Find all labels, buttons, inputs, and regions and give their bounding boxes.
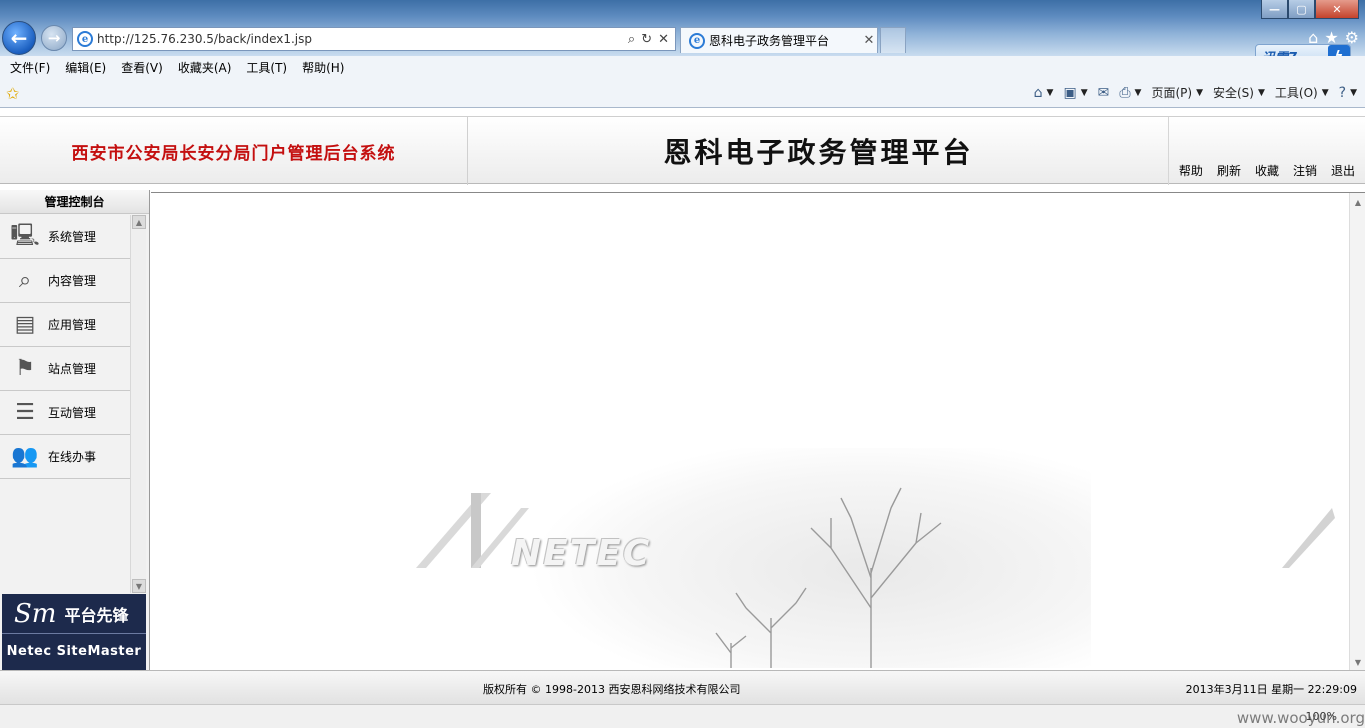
logo-bottom-text: Netec SiteMaster <box>6 644 142 659</box>
ie-page-icon: e <box>77 31 93 47</box>
tools-dropdown-icon[interactable]: ▼ <box>1322 88 1329 98</box>
page-dropdown-icon[interactable]: ▼ <box>1196 88 1203 98</box>
header-links: 帮助 刷新 收藏 注销 退出 <box>1179 162 1355 179</box>
help-dropdown-icon[interactable]: ▼ <box>1350 88 1357 98</box>
add-favorite-star-icon[interactable]: ✩ <box>6 84 19 103</box>
page-header: 西安市公安局长安分局门户管理后台系统 恩科电子政务管理平台 帮助 刷新 收藏 注… <box>0 116 1365 185</box>
netec-logo-text: NETEC <box>511 533 652 574</box>
tab-title: 恩科电子政务管理平台 <box>709 34 830 48</box>
home-dropdown-icon[interactable]: ▼ <box>1047 88 1054 98</box>
print-dropdown-icon[interactable]: ▼ <box>1135 88 1142 98</box>
refresh-link[interactable]: 刷新 <box>1217 162 1241 179</box>
sidebar-item-label: 内容管理 <box>48 274 97 288</box>
menu-file[interactable]: 文件(F) <box>10 59 50 76</box>
sidebar-item-label: 应用管理 <box>48 318 97 332</box>
scroll-up-icon[interactable]: ▲ <box>132 215 146 229</box>
scroll-down-icon[interactable]: ▼ <box>1351 655 1365 669</box>
bookmark-link[interactable]: 收藏 <box>1255 162 1279 179</box>
sidebar-item-application[interactable]: ▤ 应用管理 <box>0 303 130 347</box>
rss-dropdown-icon[interactable]: ▼ <box>1081 88 1088 98</box>
sitemaster-logo: Sm 平台先锋 Netec SiteMaster <box>2 594 146 670</box>
netec-slash-logo <box>1282 508 1335 568</box>
site-name-panel: 西安市公安局长安分局门户管理后台系统 <box>0 117 468 185</box>
mail-icon[interactable]: ✉ <box>1098 85 1110 101</box>
menu-view[interactable]: 查看(V) <box>121 59 163 76</box>
help-link[interactable]: 帮助 <box>1179 162 1203 179</box>
sidebar-scrollbar[interactable]: ▲ ▼ <box>130 215 146 593</box>
command-toolbar: ✩ ⌂ ▼ ▣ ▼ ✉ ⎙ ▼ 页面(P) ▼ 安全(S) ▼ 工具(O) ▼ ? ▼ <box>0 78 1365 108</box>
signpost-icon: ⚑ <box>15 356 35 381</box>
sidebar-item-content[interactable]: ⌕ 内容管理 <box>0 259 130 303</box>
scroll-up-icon[interactable]: ▲ <box>1351 195 1365 209</box>
sidebar-title: 管理控制台 <box>0 190 149 214</box>
maximize-button[interactable]: ▢ <box>1288 0 1315 19</box>
menu-favorites[interactable]: 收藏夹(A) <box>178 59 232 76</box>
sidebar-item-interaction[interactable]: ☰ 互动管理 <box>0 391 130 435</box>
minimize-button[interactable]: — <box>1261 0 1288 19</box>
command-bar: ⌂ ▼ ▣ ▼ ✉ ⎙ ▼ 页面(P) ▼ 安全(S) ▼ 工具(O) ▼ ? ▼ <box>1034 84 1357 101</box>
site-name: 西安市公安局长安分局门户管理后台系统 <box>71 143 396 164</box>
menu-bar: 文件(F) 编辑(E) 查看(V) 收藏夹(A) 工具(T) 帮助(H) <box>0 56 1365 78</box>
page-footer: 版权所有 © 1998-2013 西安恩科网络技术有限公司 2013年3月11日… <box>0 670 1365 704</box>
safety-dropdown-icon[interactable]: ▼ <box>1258 88 1265 98</box>
tab-close-icon[interactable]: ✕ <box>861 33 877 48</box>
refresh-icon[interactable]: ↻ <box>641 32 652 47</box>
help-icon[interactable]: ? <box>1339 85 1346 101</box>
platform-title: 恩科电子政务管理平台 <box>663 136 974 169</box>
people-icon: 👥 <box>11 444 39 469</box>
sidebar-item-online-service[interactable]: 👥 在线办事 <box>0 435 130 479</box>
arrow-right-icon: → <box>47 29 61 47</box>
safety-menu-button[interactable]: 安全(S) <box>1213 84 1254 101</box>
exit-link[interactable]: 退出 <box>1331 162 1355 179</box>
browser-tab[interactable]: e 恩科电子政务管理平台 ✕ <box>680 27 878 53</box>
new-tab-button[interactable] <box>880 27 906 53</box>
sidebar-item-system[interactable]: 🖳 系统管理 <box>0 215 130 259</box>
tools-menu-button[interactable]: 工具(O) <box>1275 84 1318 101</box>
menu-edit[interactable]: 编辑(E) <box>65 59 106 76</box>
arrow-left-icon: ← <box>10 26 28 50</box>
page-menu-button[interactable]: 页面(P) <box>1151 84 1192 101</box>
stack-icon: ☰ <box>15 400 35 425</box>
rss-feed-icon[interactable]: ▣ <box>1063 85 1076 101</box>
stop-icon[interactable]: ✕ <box>658 32 669 47</box>
sidebar-item-label: 站点管理 <box>48 362 97 376</box>
back-button[interactable]: ← <box>2 21 36 55</box>
address-bar[interactable]: e http://125.76.230.5/back/index1.jsp ⌕ … <box>72 27 676 51</box>
copyright-text: 版权所有 © 1998-2013 西安恩科网络技术有限公司 <box>483 683 741 696</box>
netec-mark-icon: Sm <box>14 598 57 629</box>
sidebar-item-label: 互动管理 <box>48 406 97 420</box>
search-icon[interactable]: ⌕ <box>628 32 635 47</box>
platform-title-panel: 恩科电子政务管理平台 <box>469 117 1169 185</box>
magnifier-clock-icon: ⌕ <box>18 268 32 293</box>
logout-link[interactable]: 注销 <box>1293 162 1317 179</box>
watermark-text: www.wooyun.org <box>1236 709 1365 727</box>
forward-button[interactable]: → <box>41 25 67 51</box>
datetime-text: 2013年3月11日 星期一 22:29:09 <box>1185 683 1357 696</box>
sidebar-item-label: 在线办事 <box>48 450 97 464</box>
computer-icon: 🖳 <box>10 222 40 248</box>
cabinet-icon: ▤ <box>14 312 36 337</box>
sidebar-item-label: 系统管理 <box>48 230 97 244</box>
main-content: NETEC ▲ ▼ <box>151 192 1365 671</box>
logo-top-text: 平台先锋 <box>64 605 129 625</box>
main-scrollbar[interactable]: ▲ ▼ <box>1349 193 1365 671</box>
url-text[interactable]: http://125.76.230.5/back/index1.jsp <box>97 32 628 46</box>
scroll-down-icon[interactable]: ▼ <box>132 579 146 593</box>
sidebar: 管理控制台 🖳 系统管理 ⌕ 内容管理 ▤ 应用管理 ⚑ 站点管理 ☰ 互动管理… <box>0 190 150 670</box>
menu-help[interactable]: 帮助(H) <box>302 59 344 76</box>
browser-titlebar: — ▢ ✕ ← → e http://125.76.230.5/back/ind… <box>0 0 1365 68</box>
window-controls: — ▢ ✕ <box>1261 0 1359 19</box>
sidebar-menu: 🖳 系统管理 ⌕ 内容管理 ▤ 应用管理 ⚑ 站点管理 ☰ 互动管理 👥 在线办… <box>0 215 130 479</box>
sidebar-item-site[interactable]: ⚑ 站点管理 <box>0 347 130 391</box>
close-window-button[interactable]: ✕ <box>1315 0 1359 19</box>
ie-tab-icon: e <box>689 32 705 49</box>
browser-statusbar: 100% www.wooyun.org <box>0 704 1365 728</box>
home-page-icon[interactable]: ⌂ <box>1034 85 1043 101</box>
print-icon[interactable]: ⎙ <box>1119 85 1130 101</box>
menu-tools[interactable]: 工具(T) <box>246 59 287 76</box>
